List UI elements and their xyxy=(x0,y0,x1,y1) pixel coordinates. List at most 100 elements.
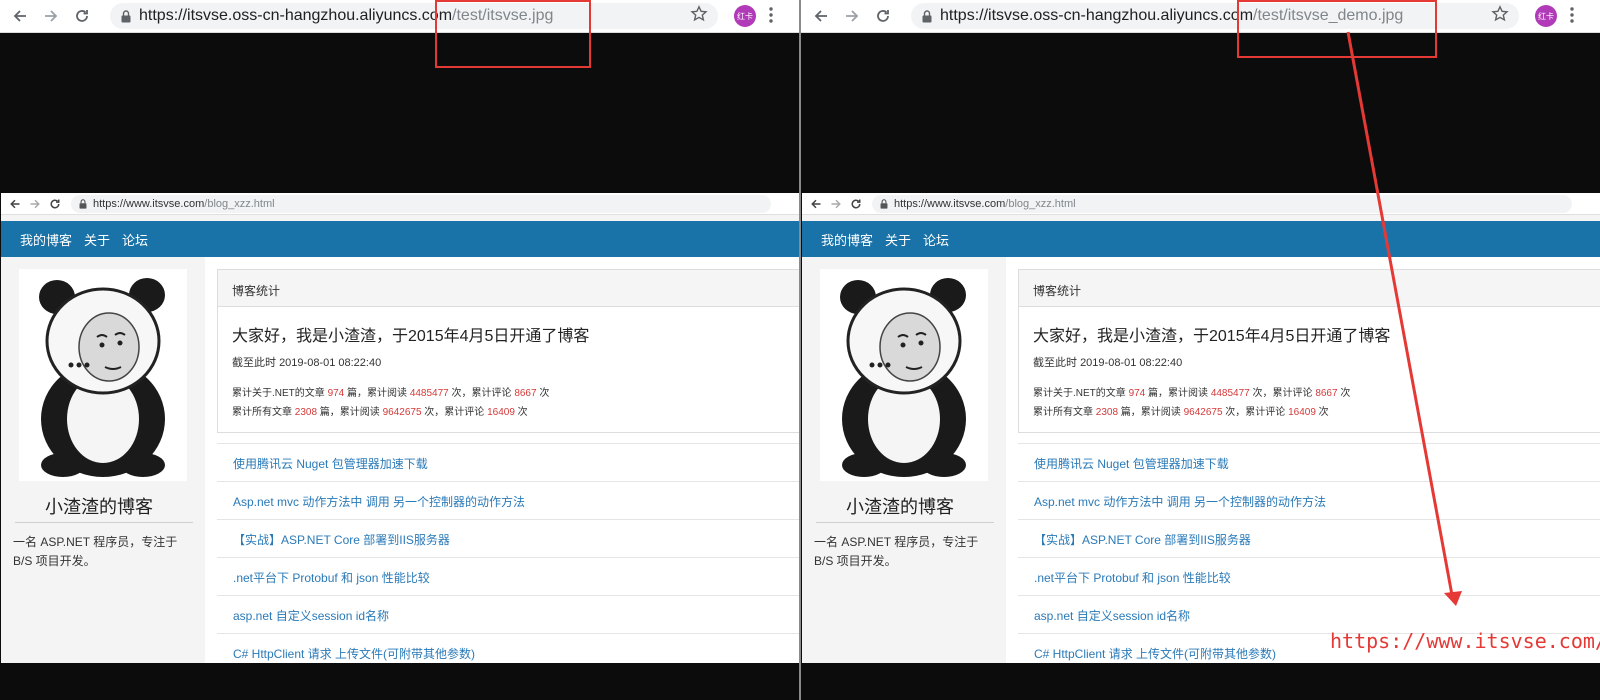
inner-reload-icon xyxy=(49,198,61,210)
post-link: asp.net 自定义session id名称 xyxy=(1018,595,1600,633)
stat-text: 次，累计评论 xyxy=(1222,407,1289,418)
stat-number: 9642675 xyxy=(1183,407,1223,418)
stat-number: 4485477 xyxy=(409,388,449,399)
stat-text: 次 xyxy=(514,407,528,418)
address-bar[interactable]: https://itsvse.oss-cn-hangzhou.aliyuncs.… xyxy=(110,3,718,29)
stat-number: 974 xyxy=(327,388,345,399)
url-highlight-box-left xyxy=(435,0,591,68)
inner-url-path: /blog_xzz.html xyxy=(204,197,275,210)
back-icon[interactable] xyxy=(9,5,31,27)
bottom-black-bar xyxy=(801,663,1600,700)
sidebar-divider xyxy=(15,522,193,523)
nav-my-blog: 我的博客 xyxy=(20,232,73,248)
back-icon[interactable] xyxy=(810,5,832,27)
post-link: .net平台下 Protobuf 和 json 性能比较 xyxy=(1018,557,1600,595)
stats-panel-title: 博客统计 xyxy=(218,270,799,307)
as-of-line: 截至此时 2019-08-01 08:22:40 xyxy=(232,354,381,370)
post-link: asp.net 自定义session id名称 xyxy=(217,595,799,633)
bottom-black-bar xyxy=(0,663,799,700)
stats-panel: 博客统计 大家好，我是小渣渣，于2015年4月5日开通了博客 截至此时 2019… xyxy=(217,269,799,433)
post-link: Asp.net mvc 动作方法中 调用 另一个控制器的动作方法 xyxy=(217,481,799,519)
inner-url-host: https://www.itsvse.com xyxy=(894,197,1006,210)
stat-text: 累计所有文章 xyxy=(1033,407,1096,418)
post-link: C# HttpClient 请求 上传文件(可附带其他参数) xyxy=(217,633,799,663)
forward-icon[interactable] xyxy=(841,5,863,27)
stat-all-line: 累计所有文章 2308 篇，累计阅读 9642675 次，累计评论 16409 … xyxy=(232,403,528,418)
inner-address-bar: https://www.itsvse.com/blog_xzz.html xyxy=(872,194,1572,213)
inner-reload-icon xyxy=(850,198,862,210)
blog-main: 博客统计 大家好，我是小渣渣，于2015年4月5日开通了博客 截至此时 2019… xyxy=(205,257,799,663)
url-host: https://itsvse.oss-cn-hangzhou.aliyuncs.… xyxy=(940,7,1254,24)
forward-icon[interactable] xyxy=(40,5,62,27)
nav-forum: 论坛 xyxy=(122,232,149,248)
reload-icon[interactable] xyxy=(71,5,93,27)
blog-main: 博客统计 大家好，我是小渣渣，于2015年4月5日开通了博客 截至此时 2019… xyxy=(1006,257,1600,663)
post-list: 使用腾讯云 Nuget 包管理器加速下载 Asp.net mvc 动作方法中 调… xyxy=(217,443,799,663)
post-link: 使用腾讯云 Nuget 包管理器加速下载 xyxy=(217,443,799,481)
stat-text: 次 xyxy=(1337,388,1351,399)
bookmark-star-icon[interactable] xyxy=(1491,5,1509,28)
sidebar-divider xyxy=(816,522,994,523)
inner-toolbar: https://www.itsvse.com/blog_xzz.html xyxy=(1,193,799,215)
site-navbar: 我的博客 关于 论坛 xyxy=(802,221,1600,257)
as-of-label: 截至此时 xyxy=(232,357,276,369)
as-of-time: 2019-08-01 08:22:40 xyxy=(279,357,382,369)
inner-back-icon xyxy=(810,198,822,210)
left-browser-window: https://itsvse.oss-cn-hangzhou.aliyuncs.… xyxy=(0,0,799,700)
inner-forward-icon xyxy=(29,198,41,210)
stat-text: 次，累计评论 xyxy=(448,388,515,399)
inner-webpage-screenshot: https://www.itsvse.com/blog_xzz.html 我的博… xyxy=(802,193,1600,663)
nav-about: 关于 xyxy=(84,232,111,248)
lock-icon xyxy=(121,9,131,23)
nav-about: 关于 xyxy=(885,232,912,248)
stat-number: 8667 xyxy=(514,388,537,399)
stat-text: 次，累计评论 xyxy=(421,407,488,418)
greeting-text: 大家好，我是小渣渣，于2015年4月5日开通了博客 xyxy=(1033,328,1391,345)
panda-meme-avatar xyxy=(820,269,988,481)
stat-number: 2308 xyxy=(1095,407,1119,418)
inner-address-bar: https://www.itsvse.com/blog_xzz.html xyxy=(71,194,771,213)
nav-my-blog: 我的博客 xyxy=(821,232,874,248)
stat-text: 次 xyxy=(1315,407,1329,418)
browser-toolbar: https://itsvse.oss-cn-hangzhou.aliyuncs.… xyxy=(0,0,799,33)
post-link: 【实战】ASP.NET Core 部署到IIS服务器 xyxy=(1018,519,1600,557)
stat-number: 16409 xyxy=(1288,407,1316,418)
stat-all-line: 累计所有文章 2308 篇，累计阅读 9642675 次，累计评论 16409 … xyxy=(1033,403,1329,418)
inner-url-path: /blog_xzz.html xyxy=(1005,197,1076,210)
site-navbar: 我的博客 关于 论坛 xyxy=(1,221,799,257)
url-highlight-box-right xyxy=(1237,0,1437,58)
inner-back-icon xyxy=(9,198,21,210)
inner-webpage-screenshot: https://www.itsvse.com/blog_xzz.html 我的博… xyxy=(1,193,799,663)
stat-number: 16409 xyxy=(487,407,515,418)
greeting-text: 大家好，我是小渣渣，于2015年4月5日开通了博客 xyxy=(232,328,590,345)
right-browser-window: https://itsvse.oss-cn-hangzhou.aliyuncs.… xyxy=(801,0,1600,700)
bookmark-star-icon[interactable] xyxy=(690,5,708,28)
reload-icon[interactable] xyxy=(872,5,894,27)
stats-panel: 博客统计 大家好，我是小渣渣，于2015年4月5日开通了博客 截至此时 2019… xyxy=(1018,269,1600,433)
inner-lock-icon xyxy=(79,198,87,209)
stat-net-line: 累计关于.NET的文章 974 篇，累计阅读 4485477 次，累计评论 86… xyxy=(232,384,549,399)
inner-toolbar: https://www.itsvse.com/blog_xzz.html xyxy=(802,193,1600,215)
panda-meme-avatar xyxy=(19,269,187,481)
profile-avatar[interactable]: 红卡 xyxy=(734,5,756,27)
stat-number: 8667 xyxy=(1315,388,1338,399)
post-link: 使用腾讯云 Nuget 包管理器加速下载 xyxy=(1018,443,1600,481)
menu-kebab-icon[interactable] xyxy=(768,6,774,29)
nav-forum: 论坛 xyxy=(923,232,950,248)
inner-lock-icon xyxy=(880,198,888,209)
stat-number: 9642675 xyxy=(382,407,422,418)
pane-separator xyxy=(799,0,801,700)
blog-sidebar: 小渣渣的博客 一名 ASP.NET 程序员，专注于 B/S 项目开发。 xyxy=(802,257,998,663)
stat-number: 2308 xyxy=(294,407,318,418)
lock-icon xyxy=(922,9,932,23)
stat-text: 篇，累计阅读 xyxy=(1145,388,1211,399)
inner-url-host: https://www.itsvse.com xyxy=(93,197,205,210)
post-link: .net平台下 Protobuf 和 json 性能比较 xyxy=(217,557,799,595)
stat-text: 篇，累计阅读 xyxy=(344,388,410,399)
browser-toolbar: https://itsvse.oss-cn-hangzhou.aliyuncs.… xyxy=(801,0,1600,33)
annotation-url-text: https://www.itsvse.com/ xyxy=(1330,629,1600,653)
profile-avatar[interactable]: 红卡 xyxy=(1535,5,1557,27)
stat-text: 累计关于.NET的文章 xyxy=(1033,388,1129,399)
menu-kebab-icon[interactable] xyxy=(1569,6,1575,29)
blog-name: 小渣渣的博客 xyxy=(846,497,954,517)
